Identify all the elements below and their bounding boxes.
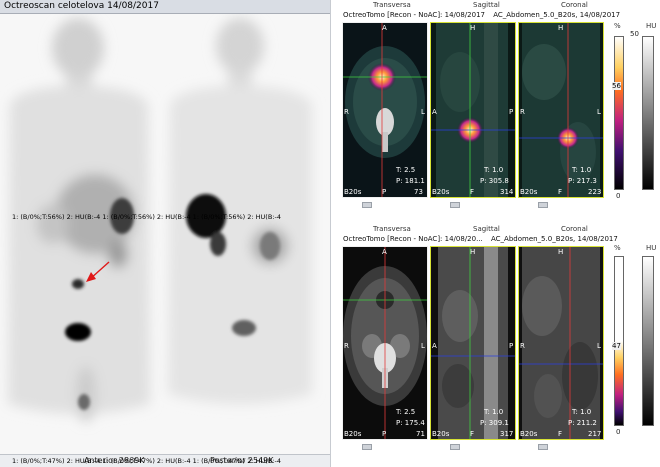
scale-current-value: 47 [612,342,621,350]
orient-right: L [597,108,601,116]
bottom-coronal-view[interactable]: H R L T: 1.0 P: 211.2 B20s F 217 [518,246,604,440]
view-tabs: Transversa Sagittal Coronal [343,225,643,235]
transversal-slice-slider[interactable] [362,444,372,450]
coronal-slice-slider[interactable] [538,444,548,450]
t-value: T: 1.0 [484,408,504,416]
slice-number: 314 [500,188,514,196]
scale-percent-label: % [614,22,621,30]
orient-bottom: F [470,188,475,196]
orient-bottom: F [470,430,475,438]
sagittal-slice-slider[interactable] [450,444,460,450]
kernel-label: B20s [520,188,538,196]
planar-title-bar: Octreoscan celotelova 14/08/2017 [0,0,330,14]
orient-right: P [509,342,514,350]
orient-left: A [432,108,437,116]
top-transversal-view[interactable]: A R L T: 2.5 P: 181.1 B20s P 73 [342,22,428,198]
transversal-slice-slider[interactable] [362,202,372,208]
kernel-label: B20s [344,430,362,438]
scale-current-value: 56 [612,82,621,90]
p-value: P: 175.4 [396,419,425,427]
p-value: P: 309.1 [480,419,509,427]
orient-right: L [597,342,601,350]
top-sagittal-view[interactable]: H A P T: 1.0 P: 305.8 B20s F 314 [430,22,516,198]
scale-min-value: 0 [616,192,621,200]
view-tabs: Transversa Sagittal Coronal [343,1,643,11]
tab-transversal[interactable]: Transversa [373,1,411,9]
slice-number: 317 [500,430,514,438]
orient-left: R [520,342,525,350]
scale-max-value: 50 [630,30,639,38]
orient-top: A [382,24,387,32]
orient-top: H [470,24,476,32]
sagittal-slice-slider[interactable] [450,202,460,208]
scale-hu-label: HU [646,22,657,30]
orient-bottom: P [382,430,387,438]
nm-colorbar[interactable] [614,36,624,190]
tab-coronal[interactable]: Coronal [561,1,588,9]
kernel-label: B20s [432,430,450,438]
nm-colorbar[interactable] [614,256,624,426]
series-info: OctreoTomo [Recon - NoAC]: 14/08/20... A… [343,235,643,245]
orient-bottom: F [558,188,563,196]
p-value: P: 305.8 [480,177,509,185]
slice-number: 71 [416,430,425,438]
t-value: T: 1.0 [572,166,592,174]
planar-whole-body-image[interactable] [0,14,330,454]
orient-right: P [509,108,514,116]
orient-top: H [558,24,564,32]
window-legend: 1: (B/0%;T:47%) 2: HU(B:-4 1: (B/0%;T:47… [12,457,281,465]
scale-percent-label: % [614,244,621,252]
coronal-slice-slider[interactable] [538,202,548,208]
p-value: P: 211.2 [568,419,597,427]
orient-top: H [558,248,564,256]
orient-left: R [344,108,349,116]
series-info: OctreoTomo [Recon - NoAC]: 14/08/2017 AC… [343,11,643,21]
scale-min-value: 0 [616,428,621,436]
planar-title: Octreoscan celotelova 14/08/2017 [4,1,159,11]
tab-coronal[interactable]: Coronal [561,225,588,233]
tab-sagittal[interactable]: Sagittal [473,1,500,9]
t-value: T: 2.5 [396,408,416,416]
t-value: T: 2.5 [396,166,416,174]
orient-left: R [520,108,525,116]
slice-number: 217 [588,430,602,438]
t-value: T: 1.0 [484,166,504,174]
slice-number: 223 [588,188,602,196]
hu-greybar[interactable] [642,256,654,426]
orient-left: R [344,342,349,350]
t-value: T: 1.0 [572,408,592,416]
series-info-nm: OctreoTomo [Recon - NoAC]: 14/08/2017 [343,11,485,19]
tab-transversal[interactable]: Transversa [373,225,411,233]
orient-bottom: F [558,430,563,438]
tab-sagittal[interactable]: Sagittal [473,225,500,233]
kernel-label: B20s [344,188,362,196]
hu-greybar[interactable] [642,36,654,190]
window-legend: 1: (B/0%;T:56%) 2: HU(B:-4 1: (B/0%;T:56… [12,213,281,221]
orient-right: L [421,342,425,350]
p-value: P: 181.1 [396,177,425,185]
scale-hu-label: HU [646,244,657,252]
orient-bottom: P [382,188,387,196]
p-value: P: 217.3 [568,177,597,185]
orient-top: H [470,248,476,256]
bottom-sagittal-view[interactable]: H A P T: 1.0 P: 309.1 B20s F 317 [430,246,516,440]
orient-top: A [382,248,387,256]
orient-right: L [421,108,425,116]
slice-number: 73 [414,188,423,196]
kernel-label: B20s [432,188,450,196]
bottom-transversal-view[interactable]: A R L T: 2.5 P: 175.4 B20s P 71 [342,246,428,440]
series-info-ct: AC_Abdomen_5.0_B20s, 14/08/2017 [490,235,618,243]
kernel-label: B20s [520,430,538,438]
orient-left: A [432,342,437,350]
series-info-ct: AC_Abdomen_5.0_B20s, 14/08/2017 [493,11,621,19]
series-info-nm: OctreoTomo [Recon - NoAC]: 14/08/20... [343,235,483,243]
planar-scan-panel: Octreoscan celotelova 14/08/2017 Anterio… [0,0,330,467]
top-coronal-view[interactable]: H R L T: 1.0 P: 217.3 B20s F 223 [518,22,604,198]
